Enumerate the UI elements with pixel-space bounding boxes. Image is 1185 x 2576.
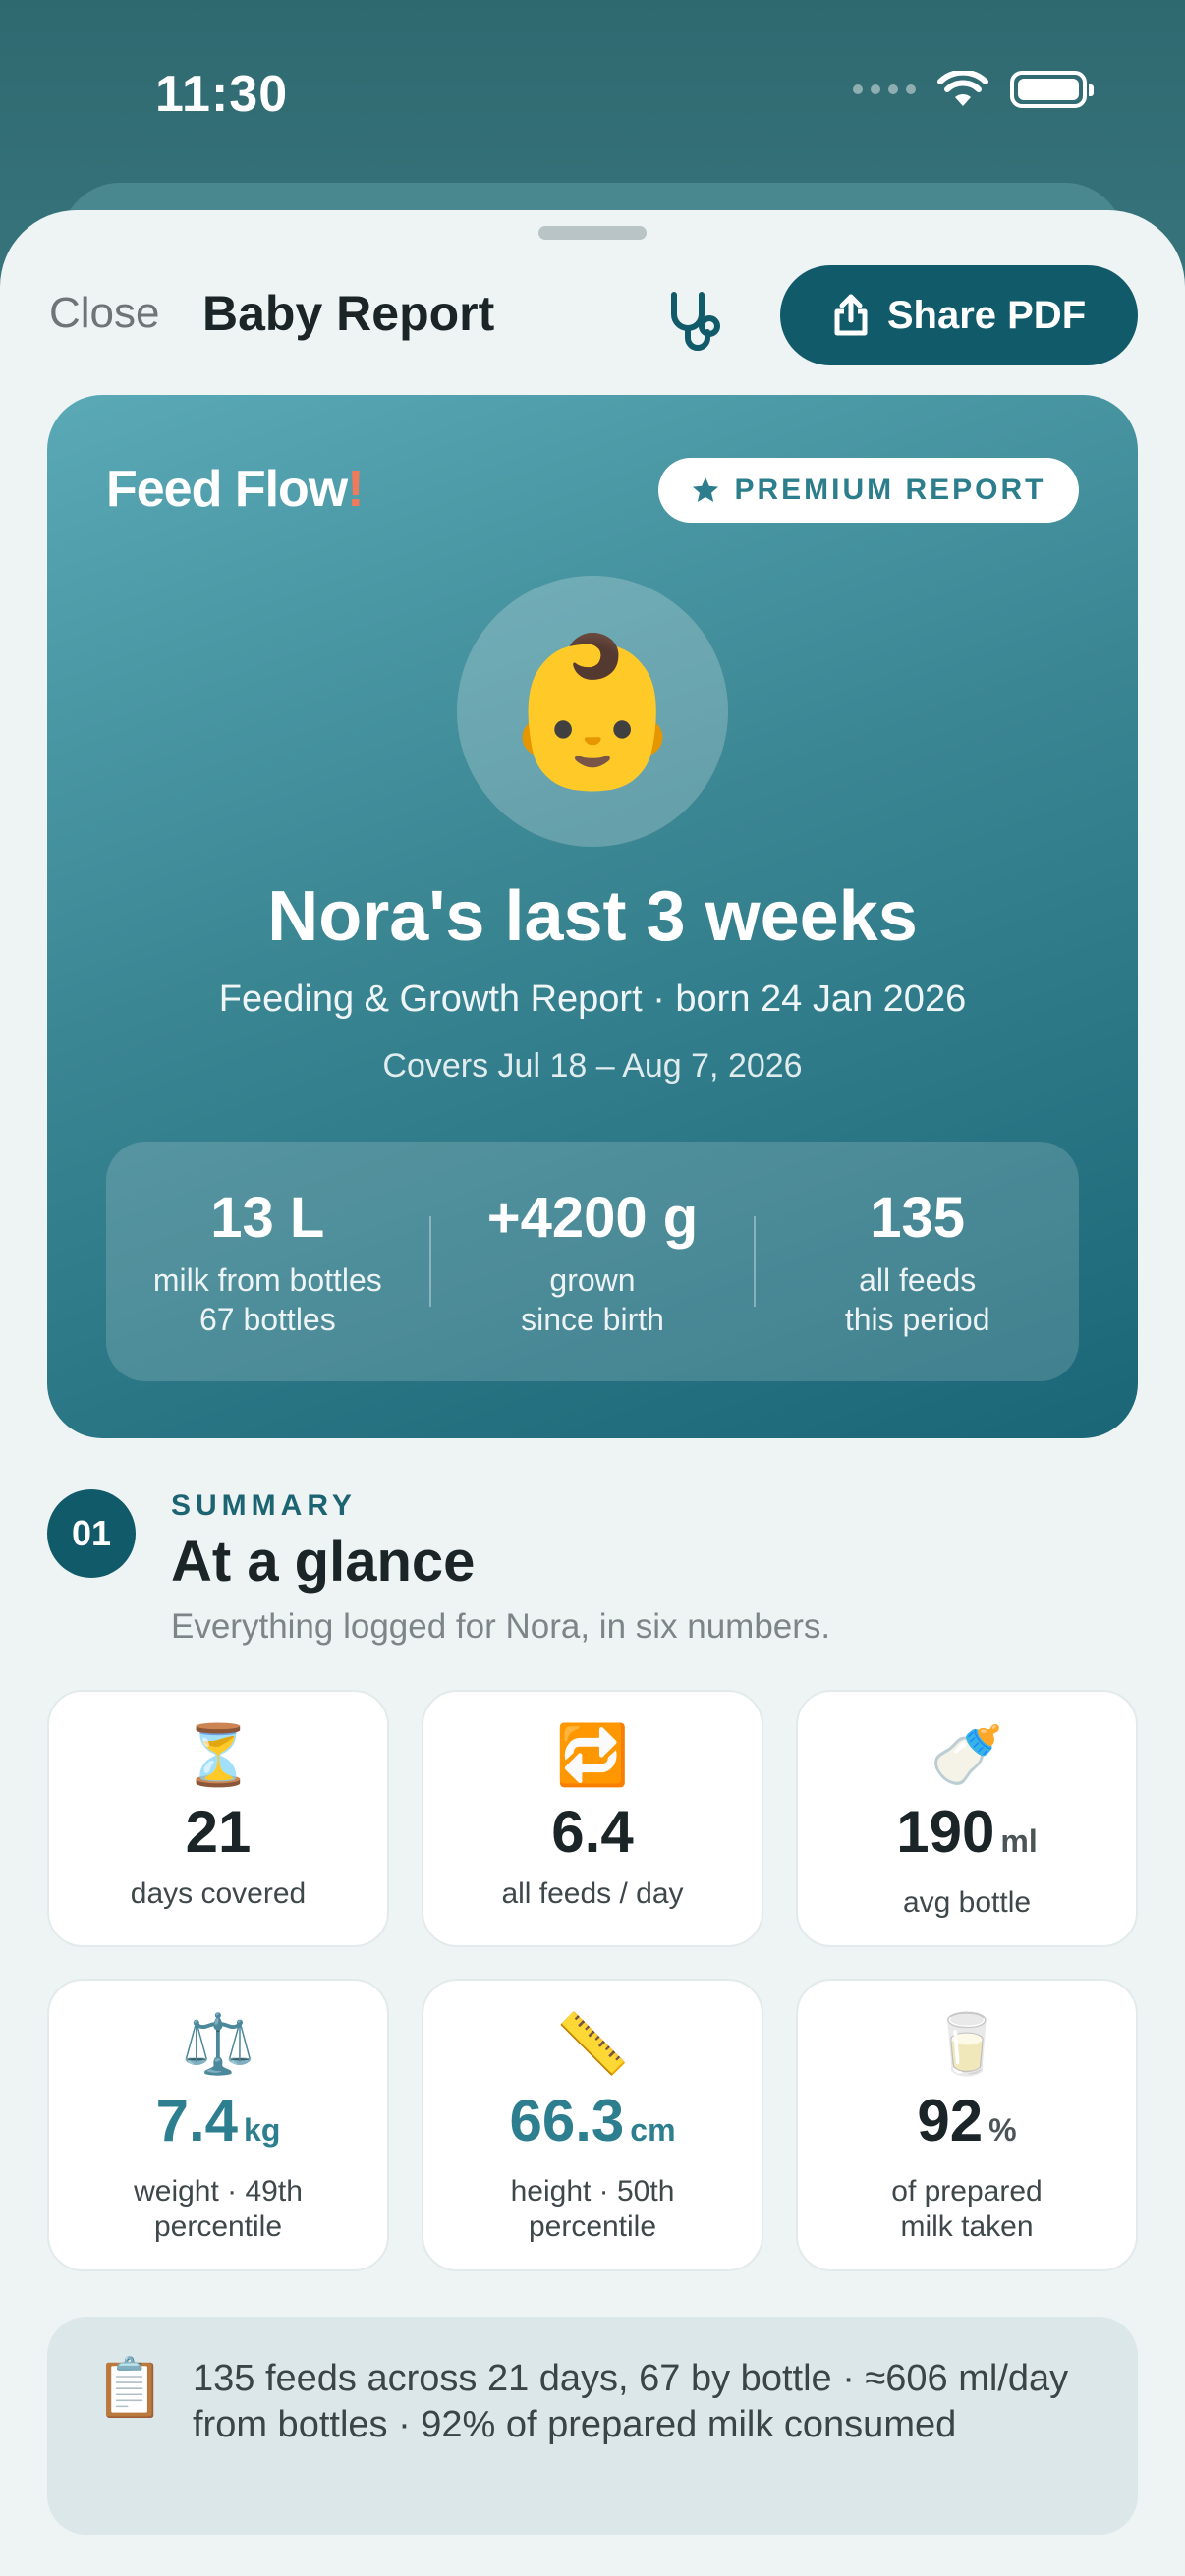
status-icons: [853, 71, 1094, 108]
card-value: 7.4 kg: [155, 2088, 281, 2154]
battery-icon: [1010, 71, 1094, 108]
section-kicker: SUMMARY: [171, 1489, 357, 1522]
card-unit: cm: [630, 2112, 676, 2148]
stat-label: milk from bottles 67 bottles: [152, 1261, 382, 1337]
card-label: height · 50th percentile: [510, 2175, 675, 2243]
baby-bottle-icon: 🍼: [930, 1722, 1004, 1788]
stat-milk-from-bottles: 13 L milk from bottles 67 bottles: [106, 1185, 429, 1339]
hourglass-icon: ⏳: [181, 1722, 255, 1788]
brand-logo: Feed Flow!: [106, 460, 365, 519]
card-value: 66.3 cm: [509, 2088, 676, 2154]
share-pdf-label: Share PDF: [886, 293, 1087, 337]
premium-badge-label: PREMIUM REPORT: [734, 474, 1046, 506]
summary-card-avg-bottle: 🍼 190 ml avg bottle: [796, 1690, 1138, 1947]
stat-label: grown since birth: [521, 1261, 664, 1337]
summary-card-weight: ⚖️ 7.4 kg weight · 49th percentile: [47, 1979, 389, 2271]
card-label: days covered: [130, 1877, 307, 1910]
report-subtitle: Feeding & Growth Report · born 24 Jan 20…: [218, 979, 967, 1020]
section-title: At a glance: [171, 1530, 476, 1594]
share-icon: [834, 294, 868, 336]
report-date-range: Covers Jul 18 – Aug 7, 2026: [382, 1047, 803, 1085]
section-number-badge: 01: [47, 1489, 136, 1578]
brand-name: Feed Flow: [106, 461, 348, 518]
share-pdf-button[interactable]: Share PDF: [780, 265, 1138, 365]
card-label: of prepared milk taken: [891, 2175, 1043, 2243]
wifi-icon: [937, 71, 988, 106]
brand-mark: !: [347, 461, 364, 518]
scale-icon: ⚖️: [181, 2011, 255, 2077]
card-value: 6.4: [551, 1799, 634, 1865]
summary-card-height: 📏 66.3 cm height · 50th percentile: [422, 1979, 763, 2271]
cellular-signal-icon: [853, 84, 916, 94]
card-unit: ml: [1000, 1823, 1038, 1859]
card-label: all feeds / day: [501, 1877, 684, 1910]
ruler-icon: 📏: [555, 2011, 630, 2077]
stat-value: 13 L: [210, 1185, 325, 1250]
card-unit: %: [988, 2112, 1017, 2148]
stat-value: +4200 g: [486, 1185, 699, 1250]
stat-all-feeds: 135 all feeds this period: [756, 1185, 1079, 1339]
card-unit: kg: [244, 2112, 281, 2148]
summary-note-text: 135 feeds across 21 days, 67 by bottle ·…: [193, 2358, 1069, 2445]
summary-note: 📋 135 feeds across 21 days, 67 by bottle…: [47, 2317, 1138, 2535]
report-title: Nora's last 3 weeks: [267, 877, 918, 956]
star-icon: [693, 477, 719, 502]
sheet-title: Baby Report: [202, 286, 495, 341]
card-value: 190 ml: [896, 1799, 1038, 1865]
close-button[interactable]: Close: [49, 289, 160, 338]
status-bar: 11:30: [0, 0, 1185, 187]
sheet-grabber[interactable]: [538, 226, 647, 240]
card-value: 92%: [917, 2088, 1017, 2154]
hero-stats: 13 L milk from bottles 67 bottles +4200 g…: [106, 1142, 1079, 1381]
status-time: 11:30: [155, 66, 289, 123]
summary-card-days: ⏳ 21 days covered: [47, 1690, 389, 1947]
baby-face-icon: 👶: [500, 629, 685, 794]
summary-card-feeds-per-day: 🔁 6.4 all feeds / day: [422, 1690, 763, 1947]
card-label: avg bottle: [902, 1886, 1032, 1919]
section-subtitle: Everything logged for Nora, in six numbe…: [171, 1607, 831, 1646]
baby-avatar: 👶: [457, 576, 728, 847]
stat-value: 135: [870, 1185, 966, 1250]
milk-glass-icon: 🥛: [930, 2011, 1004, 2077]
stat-label: all feeds this period: [844, 1261, 990, 1337]
report-hero-card: Feed Flow! PREMIUM REPORT 👶 Nora's last …: [47, 395, 1138, 1438]
summary-card-milk-taken: 🥛 92% of prepared milk taken: [796, 1979, 1138, 2271]
stethoscope-icon[interactable]: [662, 289, 731, 358]
summary-grid: ⏳ 21 days covered 🔁 6.4 all feeds / day …: [47, 1690, 1138, 2271]
card-label: weight · 49th percentile: [134, 2175, 303, 2243]
card-value: 21: [185, 1799, 252, 1865]
repeat-icon: 🔁: [555, 1722, 630, 1788]
stat-growth: +4200 g grown since birth: [431, 1185, 755, 1339]
premium-badge: PREMIUM REPORT: [658, 458, 1079, 523]
clipboard-icon: 📋: [94, 2356, 166, 2420]
